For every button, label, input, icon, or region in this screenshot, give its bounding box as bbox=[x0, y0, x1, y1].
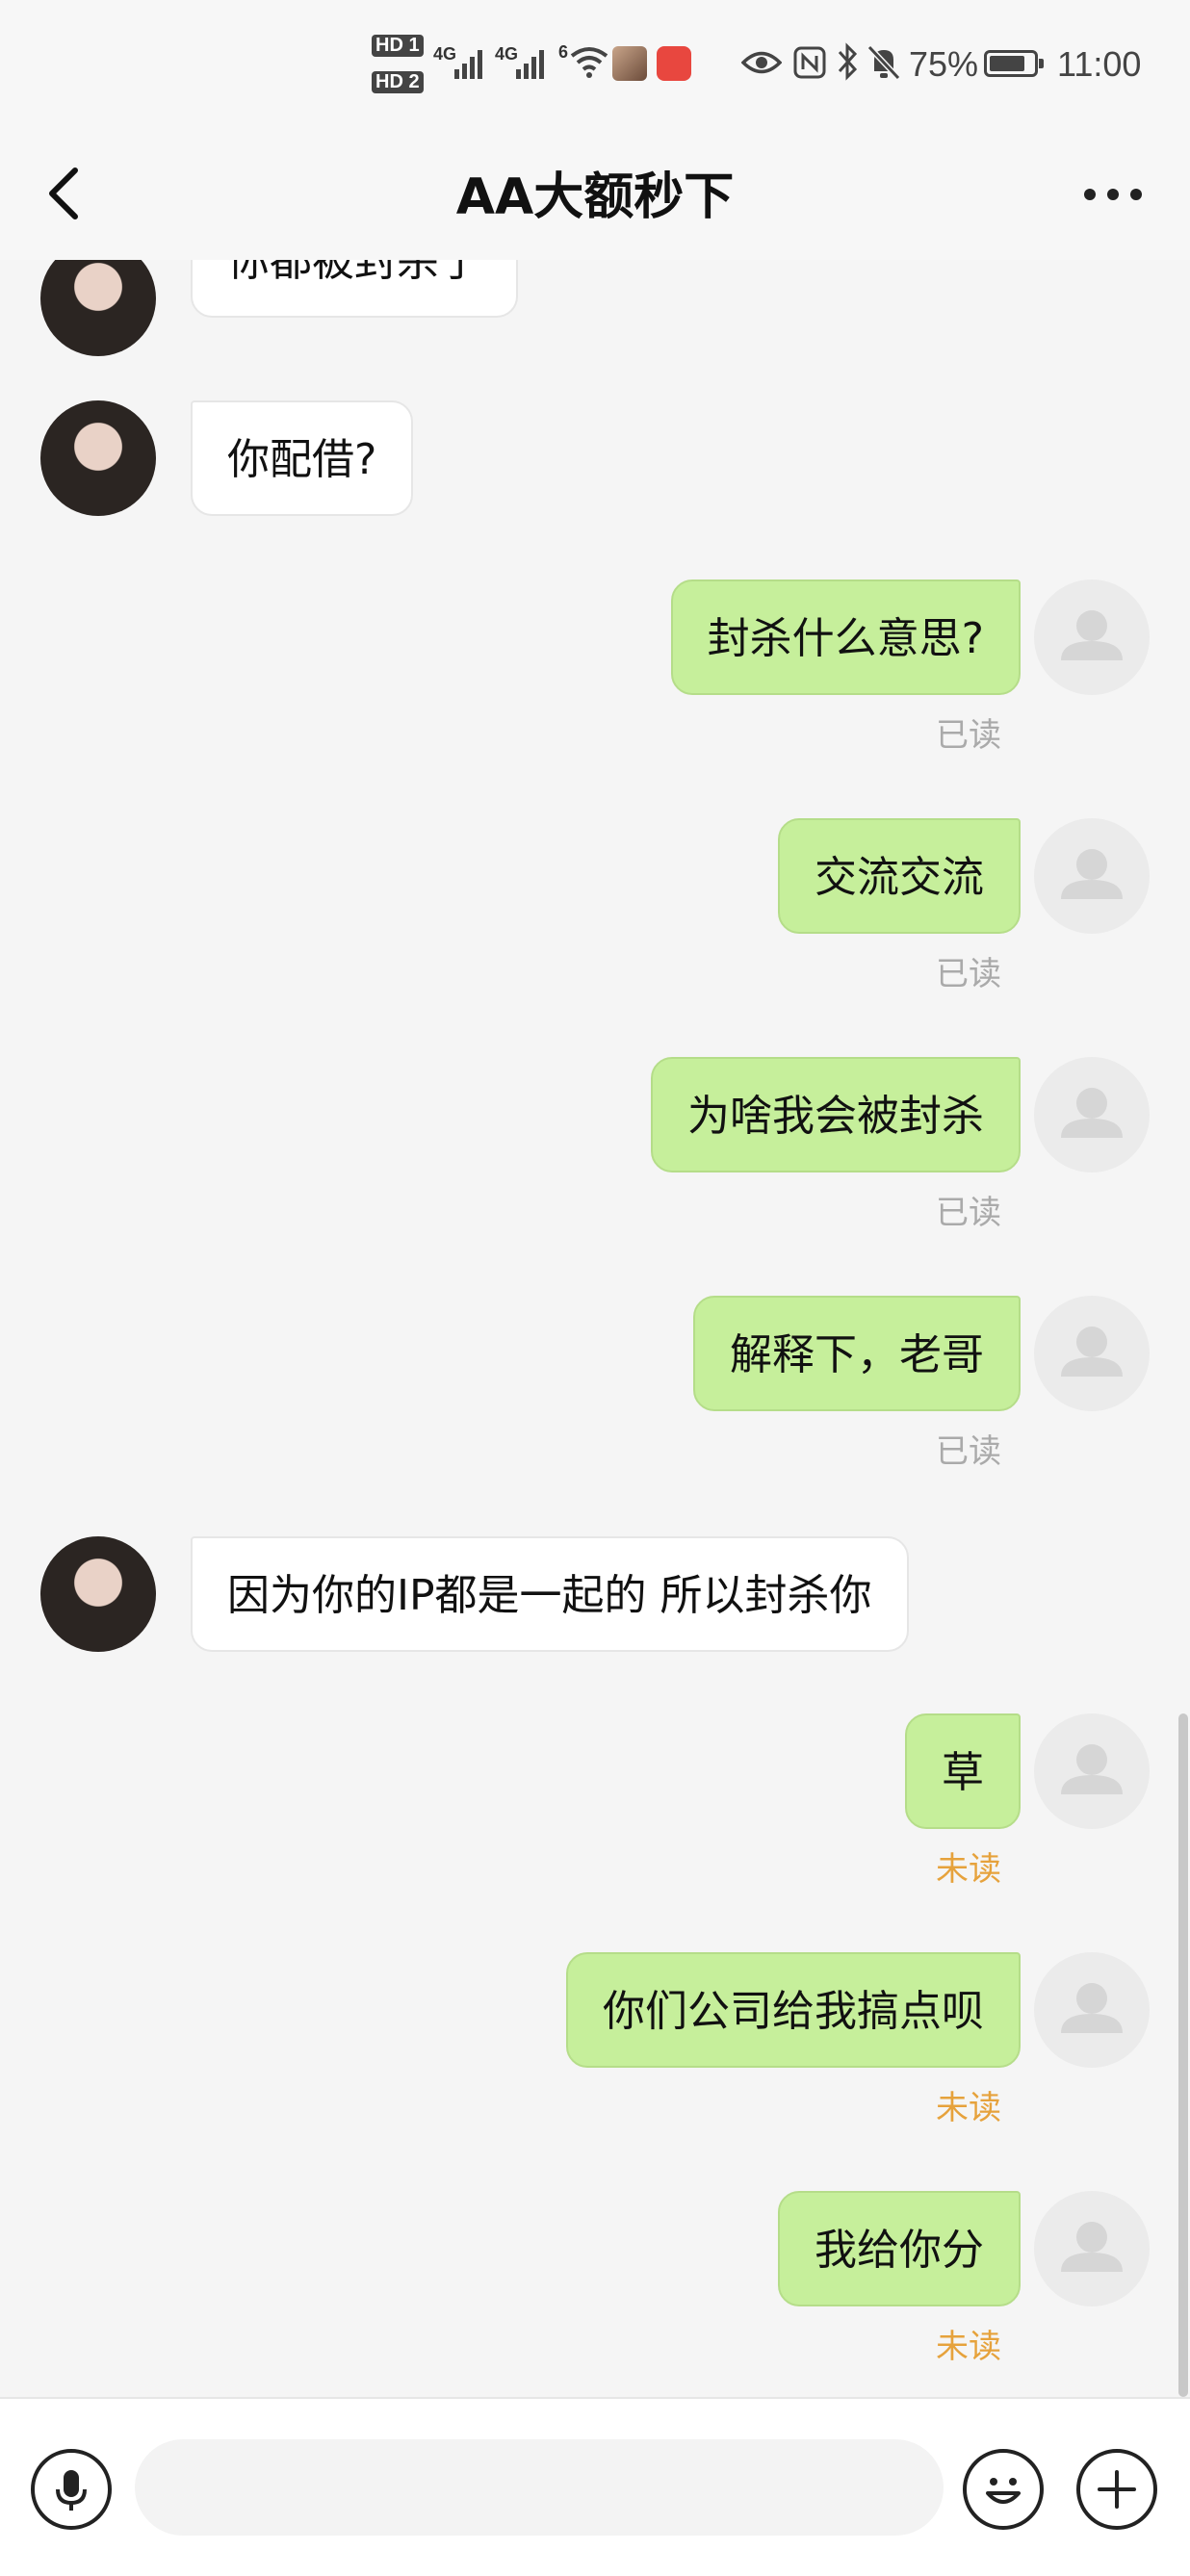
default-user-icon bbox=[1061, 2222, 1123, 2272]
plus-icon bbox=[1098, 2470, 1136, 2509]
contact-avatar[interactable] bbox=[40, 400, 156, 516]
scrollbar[interactable] bbox=[1178, 1713, 1188, 2397]
nfc-icon bbox=[793, 46, 826, 79]
input-bar bbox=[0, 2397, 1190, 2576]
default-user-icon bbox=[1061, 849, 1123, 899]
wifi-icon bbox=[570, 47, 608, 78]
page-title: AA大额秒下 bbox=[455, 168, 735, 226]
unread-status: 未读 bbox=[936, 2089, 1001, 2127]
signal1-label: 4G bbox=[433, 44, 457, 64]
message-bubble-sent[interactable]: 为啥我会被封杀 bbox=[651, 1057, 1021, 1172]
self-avatar[interactable] bbox=[1034, 1713, 1150, 1829]
message-bubble-sent[interactable]: 草 bbox=[905, 1713, 1021, 1829]
signal2-label: 4G bbox=[495, 44, 519, 64]
self-avatar[interactable] bbox=[1034, 580, 1150, 695]
clock: 11:00 bbox=[1057, 44, 1142, 84]
hd2-badge: HD 2 bbox=[372, 71, 424, 93]
message-bubble-sent[interactable]: 你们公司给我搞点呗 bbox=[566, 1952, 1021, 2068]
self-avatar[interactable] bbox=[1034, 2191, 1150, 2306]
battery-cap bbox=[1039, 59, 1044, 68]
battery-icon bbox=[984, 50, 1044, 77]
mute-bell-icon bbox=[867, 44, 901, 81]
message-bubble-sent[interactable]: 交流交流 bbox=[778, 818, 1021, 934]
message-bubble-sent[interactable]: 封杀什么意思? bbox=[670, 580, 1021, 695]
signal2-icon bbox=[516, 50, 544, 79]
default-user-icon bbox=[1061, 1983, 1123, 2033]
self-avatar[interactable] bbox=[1034, 1952, 1150, 2068]
message-input[interactable] bbox=[135, 2439, 944, 2536]
emoji-button[interactable] bbox=[963, 2449, 1044, 2530]
default-user-icon bbox=[1061, 1327, 1123, 1377]
message-bubble-sent[interactable]: 解释下，老哥 bbox=[693, 1296, 1021, 1411]
default-user-icon bbox=[1061, 1744, 1123, 1794]
message-bubble-received[interactable]: 因为你的IP都是一起的 所以封杀你 bbox=[191, 1536, 909, 1652]
notification-avatar-icon bbox=[612, 46, 647, 81]
battery-level bbox=[990, 56, 1024, 71]
message-bubble-received[interactable]: 你都被封杀了 bbox=[191, 260, 518, 318]
default-user-icon bbox=[1061, 1088, 1123, 1138]
eye-icon bbox=[741, 51, 782, 74]
message-bubble-received[interactable]: 你配借? bbox=[191, 400, 414, 516]
wifi-label: 6 bbox=[558, 42, 569, 62]
self-avatar[interactable] bbox=[1034, 818, 1150, 934]
unread-status: 未读 bbox=[936, 1850, 1001, 1889]
plus-button[interactable] bbox=[1076, 2449, 1157, 2530]
read-status: 已读 bbox=[936, 1194, 1001, 1232]
chat-screen: HD 1 HD 2 4G 4G 6 75% 11:00 AA大额秒下 你都被封杀… bbox=[0, 0, 1190, 2576]
nav-bar: AA大额秒下 bbox=[0, 135, 1190, 260]
more-dots-icon bbox=[1084, 189, 1142, 200]
default-user-icon bbox=[1061, 610, 1123, 660]
bluetooth-icon bbox=[838, 42, 858, 81]
self-avatar[interactable] bbox=[1034, 1296, 1150, 1411]
self-avatar[interactable] bbox=[1034, 1057, 1150, 1172]
more-button[interactable] bbox=[1074, 164, 1151, 221]
signal1-icon bbox=[454, 50, 482, 79]
emoji-icon bbox=[986, 2478, 1021, 2504]
voice-button[interactable] bbox=[31, 2449, 112, 2530]
message-bubble-sent[interactable]: 我给你分 bbox=[778, 2191, 1021, 2306]
app-notification-icon bbox=[657, 46, 691, 81]
read-status: 已读 bbox=[936, 716, 1001, 755]
hd1-badge: HD 1 bbox=[372, 35, 424, 57]
battery-percent: 75% bbox=[909, 44, 979, 84]
read-status: 已读 bbox=[936, 1432, 1001, 1471]
status-bar: HD 1 HD 2 4G 4G 6 75% 11:00 bbox=[0, 0, 1190, 135]
message-list[interactable]: 你都被封杀了 你配借? 封杀什么意思? 已读 交流交流 已读 为啥我会被封杀 已… bbox=[0, 260, 1190, 2397]
read-status: 已读 bbox=[936, 955, 1001, 993]
microphone-icon bbox=[56, 2470, 87, 2511]
contact-avatar[interactable] bbox=[40, 1536, 156, 1652]
unread-status: 未读 bbox=[936, 2328, 1001, 2366]
contact-avatar[interactable] bbox=[40, 260, 156, 356]
